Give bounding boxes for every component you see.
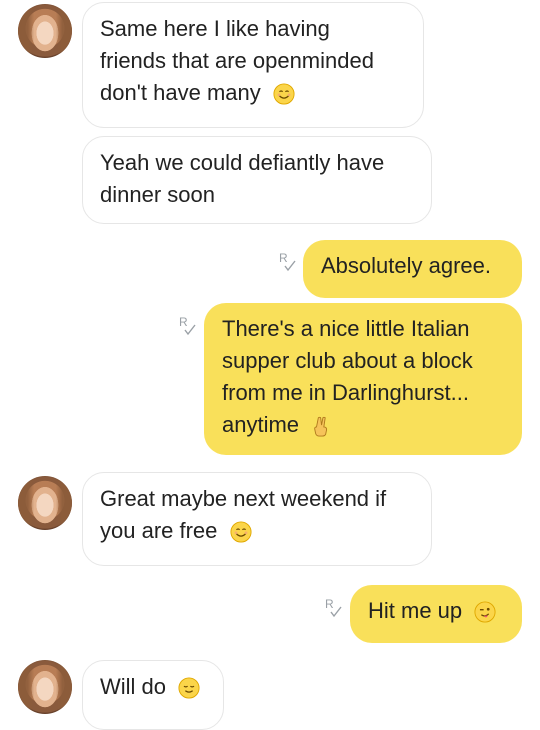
contact-avatar[interactable] bbox=[18, 476, 72, 530]
incoming-message-bubble[interactable]: Will do bbox=[82, 660, 224, 730]
read-receipt-icon: R bbox=[179, 315, 196, 336]
incoming-message-bubble[interactable]: Same here I like having friends that are… bbox=[82, 2, 424, 128]
message-text-line: Same here I like having bbox=[100, 16, 330, 41]
svg-text:R: R bbox=[279, 251, 288, 265]
incoming-message-bubble[interactable]: Great maybe next weekend if you are free bbox=[82, 472, 432, 566]
svg-text:R: R bbox=[179, 315, 188, 329]
read-receipt-icon: R bbox=[325, 597, 342, 618]
winking-face-icon bbox=[474, 601, 496, 623]
svg-text:R: R bbox=[325, 597, 334, 611]
victory-hand-icon bbox=[314, 417, 328, 437]
message-text-line: Great maybe next weekend if bbox=[100, 486, 387, 511]
message-text-line: supper club about a block bbox=[222, 348, 473, 373]
message-text-line: Yeah we could defiantly have bbox=[100, 150, 385, 175]
outgoing-message-bubble[interactable]: Absolutely agree. bbox=[303, 240, 522, 298]
contact-avatar[interactable] bbox=[18, 660, 72, 714]
smiling-face-icon bbox=[273, 83, 295, 105]
outgoing-message-bubble[interactable]: Hit me up bbox=[350, 585, 522, 643]
message-text-line: you are free bbox=[100, 518, 218, 543]
message-text-line: There's a nice little Italian bbox=[222, 316, 470, 341]
read-receipt-icon: R bbox=[279, 251, 296, 272]
relieved-face-icon bbox=[178, 677, 200, 699]
smiling-face-icon bbox=[229, 521, 252, 543]
message-text-line: don't have many bbox=[100, 80, 261, 105]
outgoing-message-bubble[interactable]: There's a nice little Italian supper clu… bbox=[204, 303, 522, 455]
message-text-line: dinner soon bbox=[100, 182, 215, 207]
message-text-line: friends that are openminded bbox=[100, 48, 374, 73]
message-text-line: Will do bbox=[100, 674, 167, 699]
message-text-line: Hit me up bbox=[368, 598, 463, 623]
contact-avatar[interactable] bbox=[18, 4, 72, 58]
incoming-message-bubble[interactable]: Yeah we could defiantly have dinner soon bbox=[82, 136, 432, 224]
message-text-line: anytime bbox=[222, 412, 300, 437]
message-text-line: from me in Darlinghurst... bbox=[222, 380, 469, 405]
message-text-line: Absolutely agree. bbox=[321, 253, 491, 278]
